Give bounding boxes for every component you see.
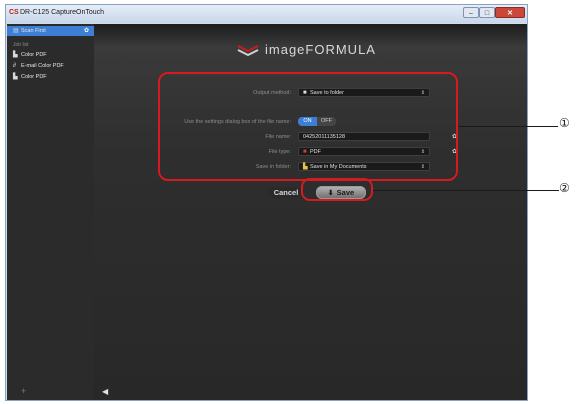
callout-number-2: ②: [559, 181, 570, 195]
callout-number-1: ①: [559, 116, 570, 130]
logo-text: imageFORMULA: [265, 42, 376, 57]
sidebar-item-label: E-mail Color PDF: [21, 63, 64, 69]
sidebar-item-label: Scan First: [21, 28, 46, 34]
close-button[interactable]: ✕: [495, 7, 525, 18]
sidebar-item-label: Color PDF: [21, 74, 47, 80]
sidebar-item-color-pdf[interactable]: ▙ Color PDF: [7, 50, 94, 60]
app-icon: CS: [9, 9, 19, 16]
back-arrow-icon[interactable]: ◀: [102, 387, 108, 396]
sidebar-item-label: Color PDF: [21, 52, 47, 58]
title-bar[interactable]: CS DR-C125 CaptureOnTouch – □ ✕: [6, 5, 527, 23]
logo-mark-icon: [237, 45, 259, 57]
sidebar: ▤ Scan First ✿ Job list ▙ Color PDF ∂ E-mai…: [7, 24, 94, 400]
minimize-button[interactable]: –: [463, 7, 479, 18]
callout-highlight-1: [158, 72, 458, 181]
maximize-button[interactable]: □: [479, 7, 495, 18]
document-icon: ▙: [13, 74, 18, 80]
job-list-heading: Job list: [13, 42, 29, 48]
sidebar-item-scan-first[interactable]: ▤ Scan First ✿: [7, 26, 94, 36]
window-title: DR-C125 CaptureOnTouch: [20, 9, 105, 16]
sidebar-item-color-pdf-2[interactable]: ▙ Color PDF: [7, 72, 94, 82]
add-job-button[interactable]: +: [21, 386, 26, 396]
app-window: CS DR-C125 CaptureOnTouch – □ ✕ ▤ Scan Fi…: [5, 4, 528, 401]
scan-icon: ▤: [13, 28, 19, 34]
paperclip-icon: ∂: [13, 63, 16, 69]
callout-highlight-2: [301, 178, 373, 201]
sidebar-item-email-color-pdf[interactable]: ∂ E-mail Color PDF: [7, 61, 94, 71]
gear-icon[interactable]: ✿: [84, 26, 89, 36]
document-icon: ▙: [13, 52, 18, 58]
cancel-button[interactable]: Cancel: [268, 187, 304, 198]
callout-line-2: [373, 190, 559, 191]
callout-line-1: [458, 126, 558, 127]
